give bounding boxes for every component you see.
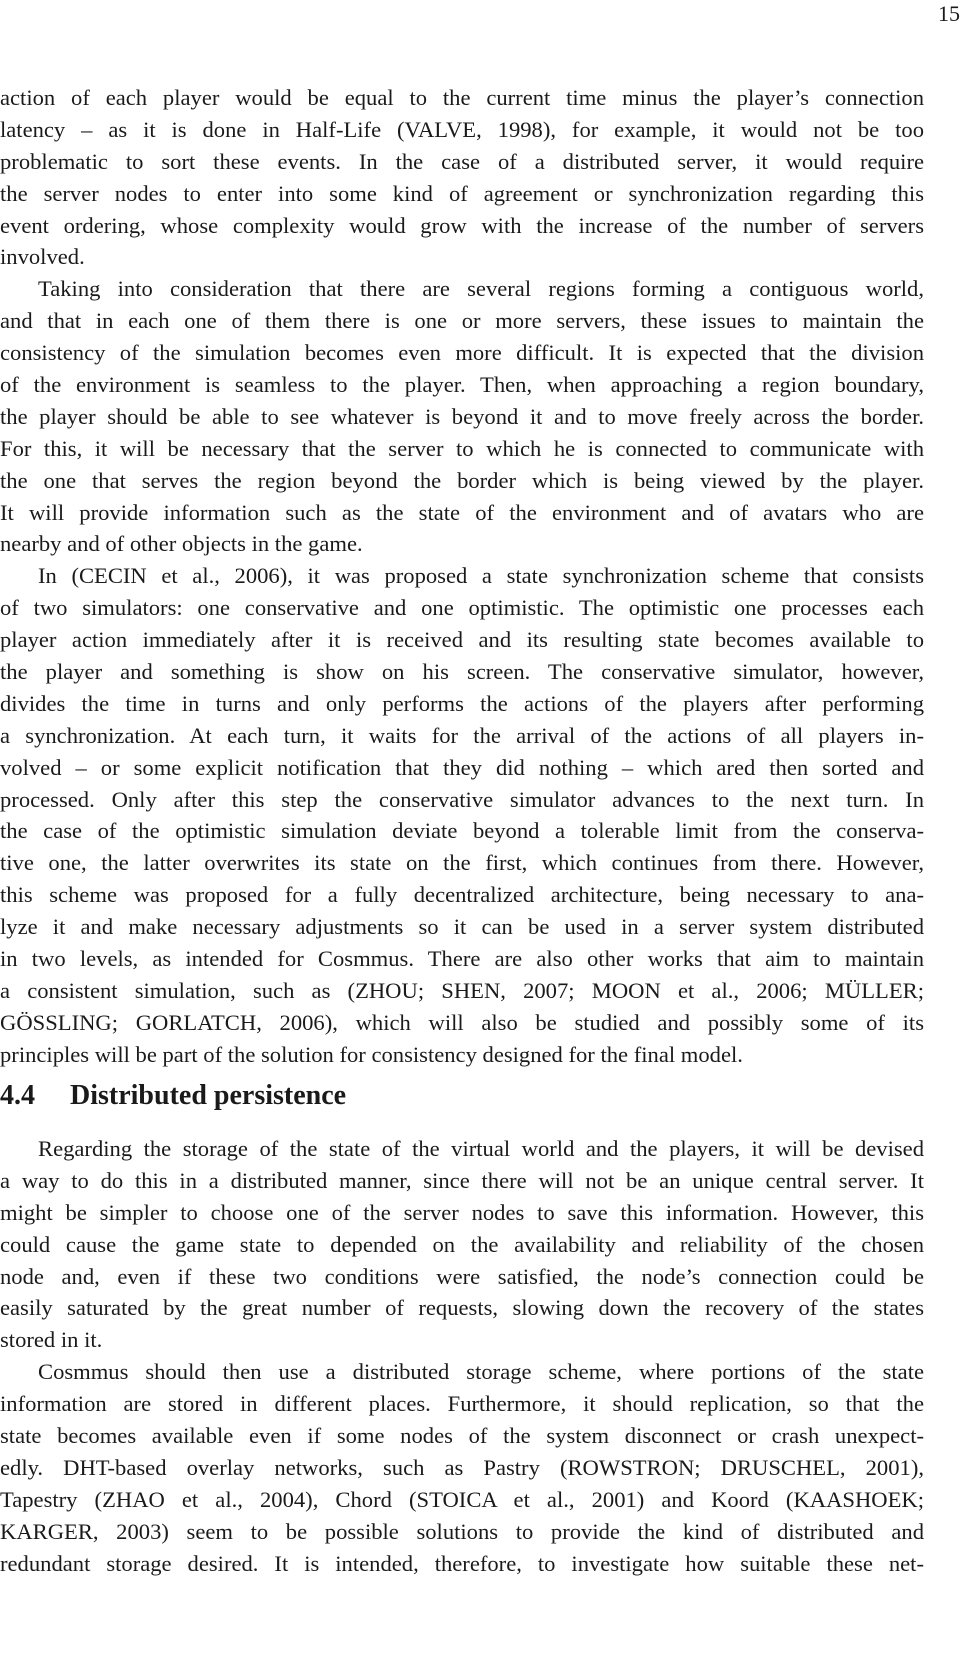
- text-line: Regarding the storage of the state of th…: [38, 1136, 924, 1161]
- text-line: player action immediately after it is re…: [0, 627, 924, 653]
- text-line: node and, even if these two conditions w…: [0, 1263, 924, 1289]
- body-text-persistence: Regarding the storage of the state of th…: [0, 1133, 924, 1579]
- text-line: It will provide information such as the …: [0, 499, 924, 525]
- text-line: information are stored in different plac…: [0, 1391, 924, 1417]
- text-line: the player should be able to see whateve…: [0, 403, 924, 429]
- text-line: a consistent simulation, such as (ZHOU; …: [0, 977, 924, 1003]
- page-number: 15: [938, 1, 960, 26]
- text-line: lyze it and make necessary adjustments s…: [0, 914, 924, 940]
- text-line: of two simulators: one conservative and …: [0, 595, 924, 621]
- text-line: involved.: [0, 244, 85, 270]
- text-line: principles will be part of the solution …: [0, 1041, 743, 1067]
- text-line: easily saturated by the great number of …: [0, 1295, 924, 1321]
- text-line: edly. DHT-based overlay networks, such a…: [0, 1454, 924, 1480]
- text-line: action of each player would be equal to …: [0, 85, 924, 110]
- text-line: nearby and of other objects in the game.: [0, 531, 363, 557]
- text-line: In (CECIN et al., 2006), it was proposed…: [38, 563, 924, 589]
- section-title: Distributed persistence: [70, 1080, 347, 1111]
- text-line: and that in each one of them there is on…: [0, 308, 924, 334]
- section-number: 4.4: [0, 1080, 35, 1111]
- text-line: volved – or some explicit notification t…: [0, 754, 924, 780]
- text-line: might be simpler to choose one of the se…: [0, 1199, 924, 1225]
- text-line: Taking into consideration that there are…: [38, 276, 924, 302]
- text-line: could cause the game state to depended o…: [0, 1231, 924, 1257]
- text-line: state becomes available even if some nod…: [0, 1423, 924, 1449]
- text-line: event ordering, whose complexity would g…: [0, 212, 924, 238]
- text-line: tive one, the latter overwrites its stat…: [0, 850, 924, 876]
- text-line: this scheme was proposed for a fully dec…: [0, 882, 924, 908]
- text-line: Cosmmus should then use a distributed st…: [38, 1359, 924, 1385]
- body-text-consistency: action of each player would be equal to …: [0, 82, 924, 1071]
- text-line: the player and something is show on his …: [0, 659, 924, 685]
- text-line: a synchronization. At each turn, it wait…: [0, 722, 924, 748]
- text-line: latency – as it is done in Half-Life (VA…: [0, 116, 924, 142]
- text-line: processed. Only after this step the cons…: [0, 786, 924, 812]
- text-line: stored in it.: [0, 1327, 103, 1353]
- text-line: divides the time in turns and only perfo…: [0, 690, 924, 716]
- text-line: consistency of the simulation becomes ev…: [0, 340, 924, 366]
- text-line: the case of the optimistic simulation de…: [0, 818, 924, 844]
- text-line: in two levels, as intended for Cosmmus. …: [0, 946, 924, 972]
- text-line: of the environment is seamless to the pl…: [0, 372, 924, 398]
- text-line: a way to do this in a distributed manner…: [0, 1167, 924, 1193]
- text-line: the one that serves the region beyond th…: [0, 467, 924, 493]
- text-line: the server nodes to enter into some kind…: [0, 180, 924, 206]
- text-line: problematic to sort these events. In the…: [0, 148, 924, 174]
- text-line: Tapestry (ZHAO et al., 2004), Chord (STO…: [0, 1486, 924, 1512]
- section-heading: 4.4 Distributed persistence: [0, 1078, 346, 1114]
- text-line: redundant storage desired. It is intende…: [0, 1550, 924, 1576]
- text-line: KARGER, 2003) seem to be possible soluti…: [0, 1518, 924, 1544]
- text-line: For this, it will be necessary that the …: [0, 435, 924, 461]
- text-line: GÖSSLING; GORLATCH, 2006), which will al…: [0, 1009, 924, 1035]
